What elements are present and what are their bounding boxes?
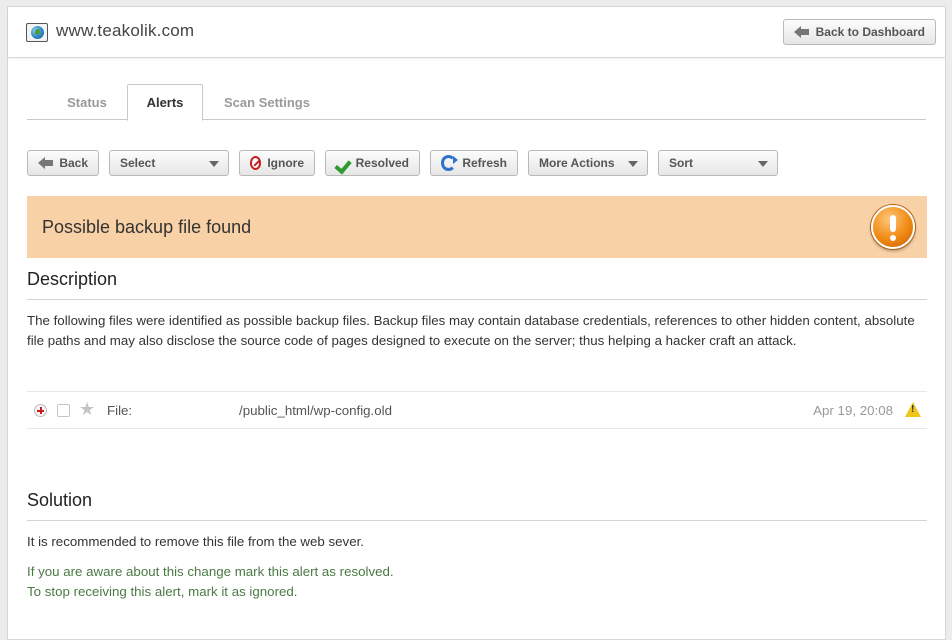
- chevron-down-icon: [209, 161, 219, 167]
- refresh-icon: [441, 155, 459, 171]
- chevron-down-icon: [628, 161, 638, 167]
- tab-status[interactable]: Status: [47, 84, 127, 120]
- select-dropdown[interactable]: Select: [109, 150, 229, 176]
- alert-title: Possible backup file found: [42, 217, 252, 237]
- ignore-button[interactable]: Ignore: [239, 150, 315, 176]
- back-label: Back: [59, 156, 88, 170]
- divider: [27, 299, 927, 300]
- refresh-label: Refresh: [462, 156, 507, 170]
- resolve-hint: If you are aware about this change mark …: [27, 564, 394, 579]
- warning-circle-icon: [871, 205, 915, 249]
- more-actions-label: More Actions: [539, 156, 615, 170]
- sort-label: Sort: [669, 156, 693, 170]
- back-button[interactable]: Back: [27, 150, 99, 176]
- ignore-hint: To stop receiving this alert, mark it as…: [27, 584, 298, 599]
- ignore-label: Ignore: [267, 156, 304, 170]
- resolved-button[interactable]: Resolved: [325, 150, 420, 176]
- file-label: File:: [107, 403, 133, 418]
- file-date: Apr 19, 20:08: [813, 403, 893, 418]
- site-header: www.teakolik.com Back to Dashboard: [8, 7, 945, 58]
- description-heading: Description: [27, 269, 118, 289]
- block-icon: [250, 156, 262, 170]
- site-name: www.teakolik.com: [56, 21, 195, 40]
- check-icon: [336, 157, 350, 169]
- globe-icon: [26, 23, 48, 42]
- star-icon[interactable]: ★: [79, 400, 95, 418]
- back-to-dashboard-label: Back to Dashboard: [815, 25, 925, 39]
- resolved-label: Resolved: [355, 156, 409, 170]
- file-row: ★ File: /public_html/wp-config.old Apr 1…: [27, 391, 927, 429]
- file-checkbox[interactable]: [57, 404, 70, 417]
- sort-dropdown[interactable]: Sort: [658, 150, 778, 176]
- tab-alerts[interactable]: Alerts: [127, 84, 203, 121]
- select-label: Select: [120, 156, 156, 170]
- alert-banner: Possible backup file found: [27, 196, 927, 258]
- file-path: /public_html/wp-config.old: [239, 403, 392, 418]
- solution-text: It is recommended to remove this file fr…: [27, 534, 364, 549]
- more-actions-dropdown[interactable]: More Actions: [528, 150, 648, 176]
- refresh-button[interactable]: Refresh: [430, 150, 518, 176]
- tab-bar: Status Alerts Scan Settings: [27, 84, 926, 121]
- solution-heading: Solution: [27, 490, 93, 510]
- expand-plus-icon[interactable]: [34, 404, 47, 417]
- arrow-left-icon: [38, 157, 54, 169]
- chevron-down-icon: [758, 161, 768, 167]
- tab-scan-settings[interactable]: Scan Settings: [209, 84, 325, 120]
- divider: [27, 520, 927, 521]
- arrow-left-icon: [794, 26, 810, 38]
- app-frame: www.teakolik.com Back to Dashboard Statu…: [7, 6, 946, 640]
- warning-triangle-icon: [905, 402, 921, 417]
- description-text: The following files were identified as p…: [27, 313, 915, 348]
- back-to-dashboard-button[interactable]: Back to Dashboard: [783, 19, 936, 45]
